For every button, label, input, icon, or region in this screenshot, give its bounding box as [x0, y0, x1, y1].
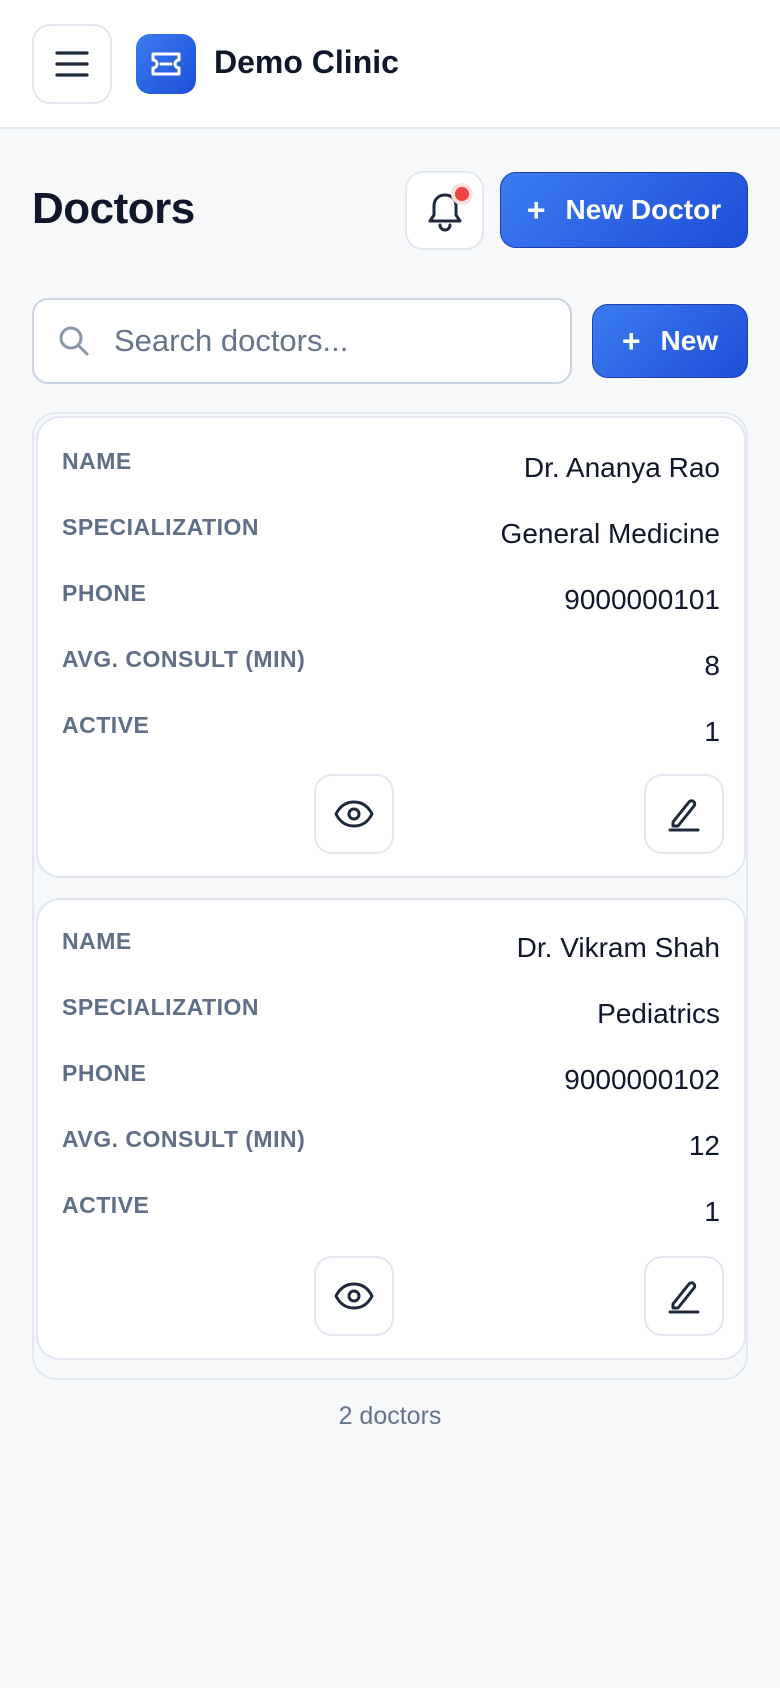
search-input[interactable]: [114, 323, 554, 359]
field-row-name: NAME Dr. Ananya Rao: [62, 448, 720, 488]
field-label: SPECIALIZATION: [62, 994, 259, 1020]
doctor-card: NAME Dr. Ananya Rao SPECIALIZATION Gener…: [36, 416, 746, 878]
doctor-card: NAME Dr. Vikram Shah SPECIALIZATION Pedi…: [36, 898, 746, 1360]
field-value: 1: [704, 716, 720, 747]
doctor-count: 2 doctors: [338, 1402, 442, 1430]
field-row-active: ACTIVE 1: [62, 712, 720, 752]
field-value: Dr. Ananya Rao: [523, 452, 720, 483]
top-bar: Demo Clinic: [0, 0, 780, 129]
field-row-avg-consult: AVG. CONSULT (MIN) 12: [62, 1126, 720, 1166]
ticket-icon: [151, 52, 181, 76]
eye-icon: [334, 800, 374, 828]
field-value: Dr. Vikram Shah: [516, 932, 720, 963]
field-value: 1: [704, 1196, 720, 1227]
field-row-phone: PHONE 9000000101: [62, 580, 720, 620]
field-value: 9000000101: [564, 584, 720, 615]
notifications-button[interactable]: [405, 171, 484, 250]
field-row-avg-consult: AVG. CONSULT (MIN) 8: [62, 646, 720, 686]
plus-icon: +: [526, 192, 546, 228]
brand-name: Demo Clinic: [214, 44, 399, 80]
field-label: SPECIALIZATION: [62, 514, 259, 540]
pencil-icon: [668, 1281, 700, 1314]
field-row-specialization: SPECIALIZATION Pediatrics: [62, 994, 720, 1034]
new-button[interactable]: + New: [592, 304, 748, 378]
edit-button[interactable]: [644, 1256, 724, 1336]
field-label: AVG. CONSULT (MIN): [62, 1126, 306, 1152]
field-label: ACTIVE: [62, 1192, 150, 1218]
field-value: 9000000102: [564, 1064, 720, 1095]
eye-icon: [334, 1282, 374, 1310]
field-label: AVG. CONSULT (MIN): [62, 646, 306, 672]
edit-button[interactable]: [644, 774, 724, 854]
pencil-icon: [668, 799, 700, 832]
field-value: 12: [688, 1130, 720, 1161]
field-row-phone: PHONE 9000000102: [62, 1060, 720, 1100]
new-label: New: [660, 325, 719, 356]
field-label: NAME: [62, 448, 132, 474]
doctor-list: NAME Dr. Ananya Rao SPECIALIZATION Gener…: [32, 412, 748, 1380]
field-label: NAME: [62, 928, 132, 954]
field-value: General Medicine: [500, 518, 720, 549]
hamburger-menu-icon: [55, 51, 89, 77]
field-row-specialization: SPECIALIZATION General Medicine: [62, 514, 720, 554]
search-icon: [34, 325, 114, 357]
new-doctor-button[interactable]: + New Doctor: [500, 172, 748, 248]
menu-button[interactable]: [32, 24, 112, 104]
field-row-active: ACTIVE 1: [62, 1192, 720, 1232]
field-label: PHONE: [62, 580, 147, 606]
field-label: PHONE: [62, 1060, 147, 1086]
brand-logo: [136, 34, 196, 94]
search-box[interactable]: [32, 298, 572, 384]
field-row-name: NAME Dr. Vikram Shah: [62, 928, 720, 968]
field-value: 8: [704, 650, 720, 681]
new-doctor-label: New Doctor: [565, 194, 722, 225]
view-button[interactable]: [314, 1256, 394, 1336]
plus-icon: +: [621, 323, 641, 359]
page-title: Doctors: [32, 184, 195, 233]
view-button[interactable]: [314, 774, 394, 854]
field-label: ACTIVE: [62, 712, 150, 738]
notification-badge: [451, 183, 473, 205]
field-value: Pediatrics: [597, 998, 720, 1029]
